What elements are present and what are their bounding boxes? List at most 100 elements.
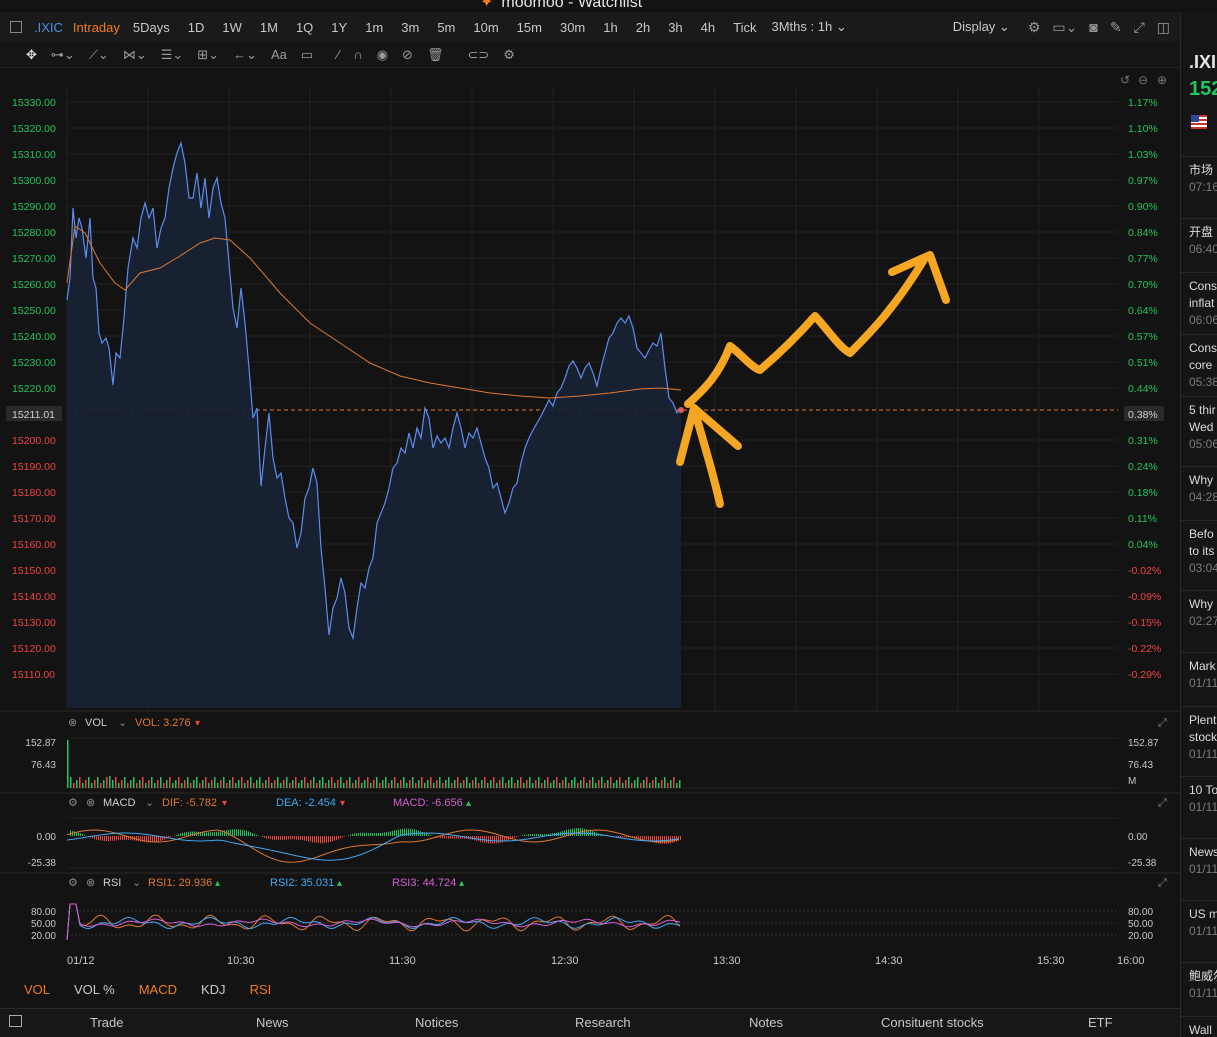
layout-icon[interactable]: ▭⌄ [1052, 19, 1077, 36]
news-item[interactable]: News 01/11 [1189, 844, 1217, 878]
period-tab-1q[interactable]: 1Q [287, 20, 322, 35]
news-item[interactable]: 市场 07:16 [1189, 162, 1217, 196]
wave-tool-icon[interactable]: ⋈⌄ [116, 47, 154, 63]
macd-histogram-bar [452, 836, 453, 839]
macd-histogram-bar [140, 836, 141, 842]
volume-bar [67, 740, 69, 788]
nav-consituent-stocks[interactable]: Consituent stocks [881, 1015, 984, 1030]
macd-histogram-bar [434, 836, 435, 837]
sidebar-toggle-icon[interactable] [10, 21, 22, 33]
line-tool-icon[interactable]: ⊶⌄ [44, 47, 82, 63]
period-tab-3h[interactable]: 3h [659, 20, 691, 35]
news-item[interactable]: Plent stock 01/11 [1189, 712, 1217, 763]
nav-research[interactable]: Research [575, 1015, 631, 1030]
macd-histogram-bar [228, 829, 229, 836]
panel-toggle-icon[interactable] [9, 1015, 22, 1027]
period-tab-intraday[interactable]: Intraday [69, 20, 124, 35]
news-item[interactable]: Cons inflat 06:06 [1189, 278, 1217, 329]
macd-histogram-bar [396, 829, 397, 836]
brush-tool-icon[interactable]: ∕ [330, 47, 346, 62]
news-headline: US m [1189, 907, 1217, 921]
arrow-tool-icon[interactable]: ←⌄ [226, 47, 264, 63]
chart-area[interactable]: 15330.00 1.17% 15320.00 1.10% 15310.00 1.03% 1… [0, 68, 1180, 978]
link-icon[interactable]: ⊂⊃ [460, 47, 496, 63]
fib-tool-icon[interactable]: ☰⌄ [154, 47, 191, 63]
fullscreen-icon[interactable]: ⤢ [1134, 19, 1145, 36]
rsi-expand-icon: ⤢ [1158, 877, 1167, 889]
news-item[interactable]: Why 04:28 [1189, 472, 1217, 506]
side-price: 152 [1189, 78, 1217, 100]
indicator-tab-macd[interactable]: MACD [127, 982, 189, 997]
news-item[interactable]: Cons core 05:38 [1189, 340, 1217, 391]
news-item[interactable]: US m 01/11 [1189, 906, 1217, 940]
news-item[interactable]: 开盘 06:40 [1189, 224, 1217, 258]
trend-tool-icon[interactable]: ⟋⌄ [82, 47, 116, 63]
period-tab-1h[interactable]: 1h [594, 20, 626, 35]
settings-icon[interactable]: ⚙ [496, 47, 522, 63]
macd-histogram-bar [318, 836, 319, 844]
period-tab-1d[interactable]: 1D [179, 20, 214, 35]
panel-icon[interactable]: ◫ [1157, 19, 1170, 36]
pct-tick-label: 1.10% [1128, 123, 1158, 135]
news-item[interactable]: Why 02:27 [1189, 596, 1217, 630]
move-icon[interactable]: ✥ [0, 47, 44, 63]
volume-bar [277, 777, 279, 788]
news-item[interactable]: 鲍威尔 01/11 [1189, 968, 1217, 1002]
indicator-tab-rsi[interactable]: RSI [238, 982, 284, 997]
period-tab-5m[interactable]: 5m [428, 20, 464, 35]
macd-histogram-bar [234, 829, 235, 836]
indicator-tab-vol[interactable]: VOL [0, 982, 62, 997]
text-tool-icon[interactable]: Aa [264, 47, 294, 62]
display-button[interactable]: Display ⌄ [947, 19, 1016, 35]
period-tab-1y[interactable]: 1Y [322, 20, 356, 35]
volume-bar [214, 777, 216, 788]
gann-tool-icon[interactable]: ⊞⌄ [190, 47, 226, 63]
trash-icon[interactable]: 🗑 [420, 47, 451, 63]
volume-bar [157, 780, 159, 788]
period-tab-1m[interactable]: 1M [251, 20, 287, 35]
news-headline: Cons [1189, 279, 1217, 293]
period-tab-30m[interactable]: 30m [551, 20, 594, 35]
period-tab-4h[interactable]: 4h [692, 20, 724, 35]
magnet-icon[interactable]: ∩ [346, 47, 369, 62]
pct-tick-label: 0.51% [1128, 357, 1158, 369]
nav-trade[interactable]: Trade [90, 1015, 123, 1030]
period-tab-1w[interactable]: 1W [213, 20, 251, 35]
news-item[interactable]: Befo to its 03:04 [1189, 526, 1217, 577]
period-tab-tick[interactable]: Tick [724, 20, 765, 35]
period-tab-15m[interactable]: 15m [508, 20, 551, 35]
volume-bar [223, 777, 225, 788]
period-tab-2h[interactable]: 2h [627, 20, 659, 35]
price-tick-label: 15160.00 [12, 539, 56, 551]
range-select[interactable]: 3Mths : 1h ⌄ [766, 19, 853, 35]
period-tab-10m[interactable]: 10m [464, 20, 507, 35]
macd-histogram-bar [298, 836, 299, 840]
hide-icon[interactable]: ⊘ [395, 47, 420, 63]
indicator-tab-kdj[interactable]: KDJ [189, 982, 238, 997]
comment-tool-icon[interactable]: ▭ [294, 47, 320, 63]
symbol-label[interactable]: .IXIC [28, 20, 69, 35]
volume-bar [610, 777, 612, 788]
news-item[interactable]: Wall [1189, 1022, 1212, 1037]
eye-icon[interactable]: ◉ [370, 47, 395, 63]
pencil-icon[interactable]: ✎ [1110, 19, 1122, 36]
period-tab-5days[interactable]: 5Days [124, 20, 179, 35]
news-item[interactable]: 5 thir Wed 05:06 [1189, 402, 1217, 453]
nav-news[interactable]: News [256, 1015, 289, 1030]
indicator-tab-vol[interactable]: VOL % [62, 982, 127, 997]
macd-histogram-bar [302, 836, 303, 841]
period-tab-3m[interactable]: 3m [392, 20, 428, 35]
macd-histogram-bar [284, 836, 285, 840]
gear-icon[interactable]: ⚙ [1028, 19, 1041, 36]
volume-bar [172, 783, 174, 788]
news-item[interactable]: Mark 01/11 [1189, 658, 1217, 692]
nav-notes[interactable]: Notes [749, 1015, 783, 1030]
nav-notices[interactable]: Notices [415, 1015, 458, 1030]
period-tab-1m[interactable]: 1m [356, 20, 392, 35]
macd-histogram-bar [448, 836, 449, 839]
price-tick-label: 15150.00 [12, 565, 56, 577]
volume-bar [94, 780, 96, 788]
nav-etf[interactable]: ETF [1088, 1015, 1113, 1030]
news-item[interactable]: 10 To 01/11 [1189, 782, 1217, 816]
camera-icon[interactable]: ◙ [1089, 19, 1097, 35]
